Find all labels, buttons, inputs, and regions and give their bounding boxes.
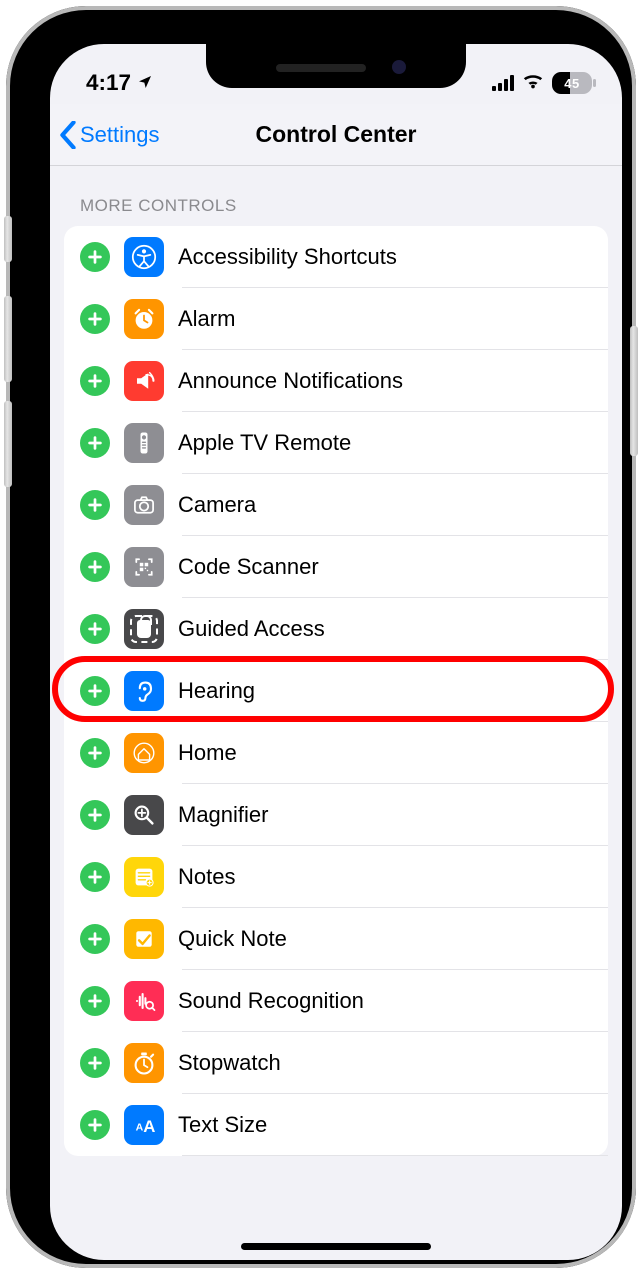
- magnifier-icon: [124, 795, 164, 835]
- status-time: 4:17: [86, 70, 131, 96]
- home-icon: [124, 733, 164, 773]
- control-row-accessibility-shortcuts: Accessibility Shortcuts: [76, 226, 608, 288]
- control-row-announce-notifications: Announce Notifications: [76, 350, 608, 412]
- add-button-quick-note[interactable]: [80, 924, 110, 954]
- control-row-sound-recognition: Sound Recognition: [76, 970, 608, 1032]
- control-label-code-scanner: Code Scanner: [178, 554, 319, 580]
- control-row-alarm: Alarm: [76, 288, 608, 350]
- svg-text:A: A: [143, 1117, 155, 1136]
- hearing-icon: [124, 671, 164, 711]
- control-row-home: Home: [76, 722, 608, 784]
- control-label-text-size: Text Size: [178, 1112, 267, 1138]
- add-button-home[interactable]: [80, 738, 110, 768]
- control-label-camera: Camera: [178, 492, 256, 518]
- add-button-guided-access[interactable]: [80, 614, 110, 644]
- wifi-icon: [522, 72, 544, 95]
- control-row-apple-tv-remote: Apple TV Remote: [76, 412, 608, 474]
- control-label-guided-access: Guided Access: [178, 616, 325, 642]
- remote-icon: [124, 423, 164, 463]
- add-button-accessibility-shortcuts[interactable]: [80, 242, 110, 272]
- section-header-more-controls: MORE CONTROLS: [50, 196, 622, 226]
- stopwatch-icon: [124, 1043, 164, 1083]
- add-button-sound-recognition[interactable]: [80, 986, 110, 1016]
- notes-icon: [124, 857, 164, 897]
- control-label-notes: Notes: [178, 864, 235, 890]
- add-button-notes[interactable]: [80, 862, 110, 892]
- nav-bar: Settings Control Center: [50, 104, 622, 166]
- control-row-text-size: AA Text Size: [76, 1094, 608, 1156]
- control-label-home: Home: [178, 740, 237, 766]
- cellular-icon: [492, 75, 514, 91]
- control-label-magnifier: Magnifier: [178, 802, 268, 828]
- add-button-code-scanner[interactable]: [80, 552, 110, 582]
- control-row-notes: Notes: [76, 846, 608, 908]
- announce-icon: [124, 361, 164, 401]
- control-row-guided-access: Guided Access: [76, 598, 608, 660]
- add-button-text-size[interactable]: [80, 1110, 110, 1140]
- alarm-icon: [124, 299, 164, 339]
- location-icon: [137, 70, 153, 96]
- control-list: Accessibility Shortcuts Alarm Announce Not…: [64, 226, 608, 1156]
- control-label-accessibility-shortcuts: Accessibility Shortcuts: [178, 244, 397, 270]
- control-row-stopwatch: Stopwatch: [76, 1032, 608, 1094]
- control-row-hearing: Hearing: [76, 660, 608, 722]
- battery-icon: 45: [552, 72, 592, 94]
- control-label-announce-notifications: Announce Notifications: [178, 368, 403, 394]
- home-indicator[interactable]: [241, 1243, 431, 1250]
- add-button-stopwatch[interactable]: [80, 1048, 110, 1078]
- camera-icon: [124, 485, 164, 525]
- control-row-quick-note: Quick Note: [76, 908, 608, 970]
- add-button-apple-tv-remote[interactable]: [80, 428, 110, 458]
- add-button-alarm[interactable]: [80, 304, 110, 334]
- scanner-icon: [124, 547, 164, 587]
- page-title: Control Center: [256, 121, 417, 148]
- control-row-camera: Camera: [76, 474, 608, 536]
- sound-recognition-icon: [124, 981, 164, 1021]
- control-label-quick-note: Quick Note: [178, 926, 287, 952]
- add-button-camera[interactable]: [80, 490, 110, 520]
- add-button-hearing[interactable]: [80, 676, 110, 706]
- quick-note-icon: [124, 919, 164, 959]
- control-label-alarm: Alarm: [178, 306, 235, 332]
- svg-text:A: A: [136, 1122, 144, 1134]
- control-row-magnifier: Magnifier: [76, 784, 608, 846]
- back-label: Settings: [80, 122, 160, 148]
- control-label-hearing: Hearing: [178, 678, 255, 704]
- add-button-magnifier[interactable]: [80, 800, 110, 830]
- control-label-sound-recognition: Sound Recognition: [178, 988, 364, 1014]
- control-row-code-scanner: Code Scanner: [76, 536, 608, 598]
- guided-access-icon: [124, 609, 164, 649]
- add-button-announce-notifications[interactable]: [80, 366, 110, 396]
- text-size-icon: AA: [124, 1105, 164, 1145]
- control-label-apple-tv-remote: Apple TV Remote: [178, 430, 351, 456]
- control-label-stopwatch: Stopwatch: [178, 1050, 281, 1076]
- back-button[interactable]: Settings: [58, 104, 160, 165]
- accessibility-icon: [124, 237, 164, 277]
